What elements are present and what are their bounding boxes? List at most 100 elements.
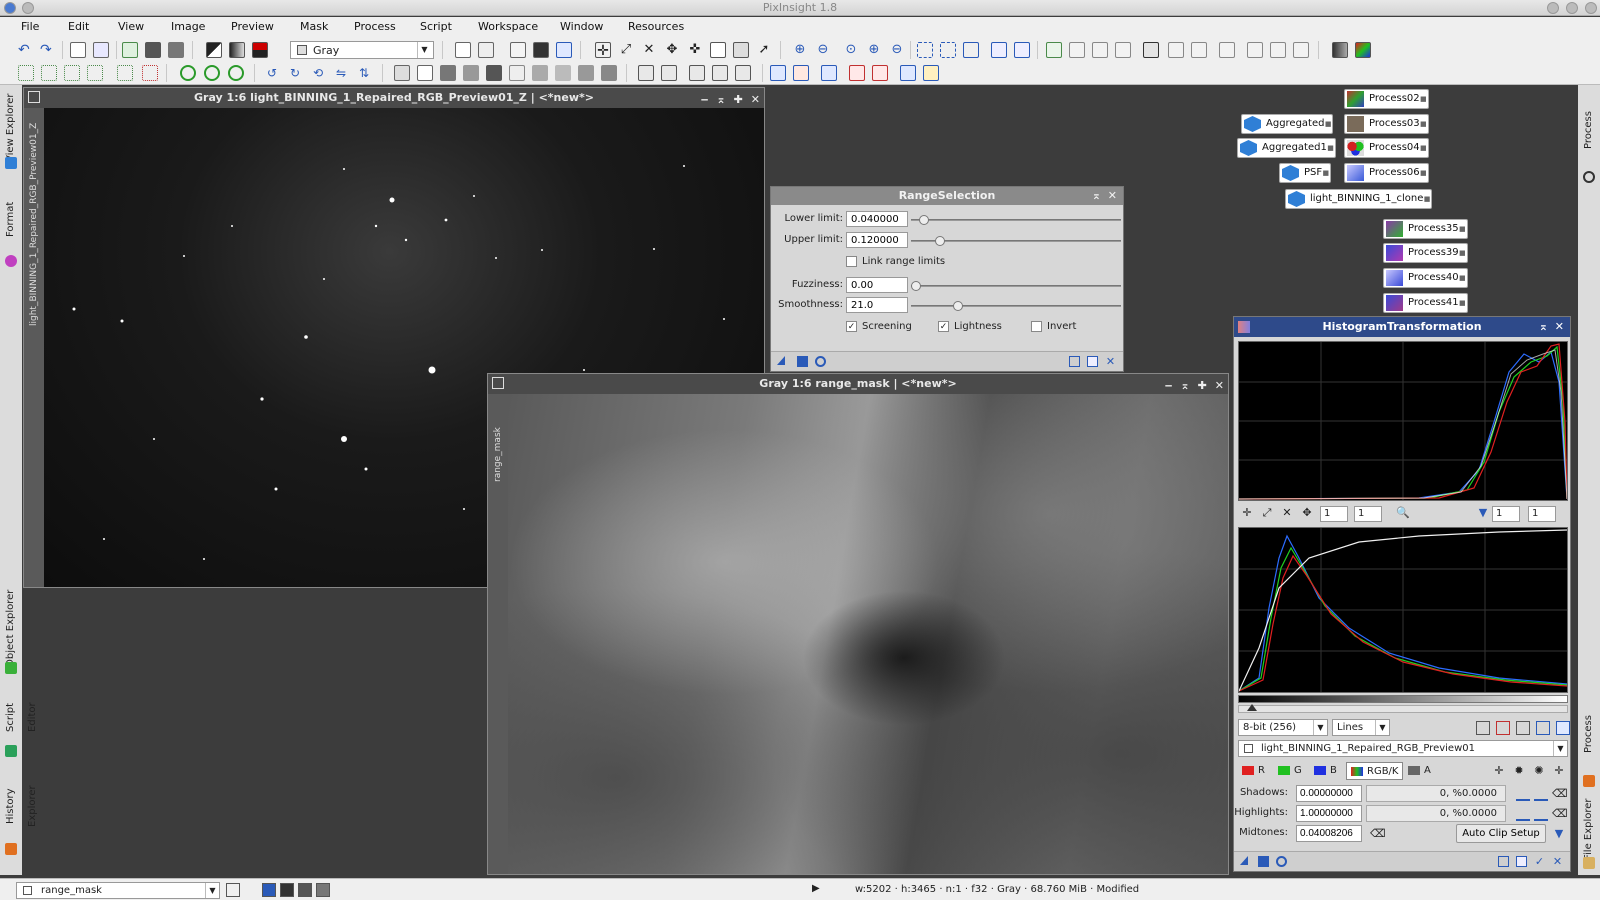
tool-r2-24-icon[interactable] — [735, 65, 751, 81]
menu-edit[interactable]: Edit — [68, 20, 89, 33]
process-icon-4[interactable] — [1115, 42, 1131, 58]
menu-file[interactable]: File — [21, 20, 39, 33]
tab-process-explorer[interactable]: Process Explorer — [1578, 91, 1600, 169]
highlights-input[interactable] — [1296, 805, 1362, 822]
shade-icon[interactable]: ⌅ — [1180, 379, 1189, 392]
process-icon-10[interactable] — [1270, 42, 1286, 58]
reset-icon[interactable]: ✕ — [1105, 356, 1116, 367]
fuzziness-slider[interactable] — [911, 281, 1121, 291]
channel-g-button[interactable]: G — [1274, 762, 1306, 780]
tool-r2-9-icon[interactable] — [228, 65, 244, 81]
window-icon-1[interactable] — [510, 42, 526, 58]
tab-file-explorer[interactable]: File Explorer — [1578, 797, 1600, 861]
tab-script-editor[interactable]: Script Editor — [0, 687, 38, 747]
target-view-select[interactable]: light_BINNING_1_Repaired_RGB_Preview01 ▼ — [1238, 740, 1568, 757]
tool-r2-19-icon[interactable] — [601, 65, 617, 81]
cascade-icon[interactable] — [1014, 42, 1030, 58]
process-icon-3[interactable] — [1092, 42, 1108, 58]
tool-r2-8-icon[interactable] — [204, 65, 220, 81]
tab-history-explorer[interactable]: History Explorer — [0, 767, 38, 845]
midtones-reset-icon[interactable]: ⌫ — [1370, 827, 1386, 841]
tool-r2-16-icon[interactable] — [532, 65, 548, 81]
rgb-link-icon[interactable] — [1355, 42, 1371, 58]
minimize-icon[interactable] — [1547, 2, 1559, 14]
move-icon[interactable]: ✜ — [687, 42, 703, 58]
process-icon-process40[interactable]: Process40 ■ — [1383, 268, 1468, 288]
gradient-ramp[interactable] — [1238, 695, 1568, 703]
preview-icon-2[interactable] — [478, 42, 494, 58]
slider-knob[interactable] — [935, 236, 945, 246]
process-icon-process39[interactable]: Process39 ■ — [1383, 243, 1468, 263]
display-mode-2-icon[interactable] — [280, 883, 294, 897]
open-icon[interactable] — [93, 42, 109, 58]
close-icon[interactable]: ✕ — [751, 93, 760, 106]
tool-r2-6-icon[interactable] — [142, 65, 158, 81]
expand-icon[interactable]: ▼ — [1552, 827, 1566, 841]
tool-r2-5-icon[interactable] — [117, 65, 133, 81]
channel-a-button[interactable]: A — [1404, 762, 1435, 780]
tool-r2-7-icon[interactable] — [180, 65, 196, 81]
process-icon-process02[interactable]: Process02 ■ — [1344, 89, 1429, 109]
zoom-y2-spin[interactable]: 1 — [1528, 506, 1556, 522]
tool-r2-20-icon[interactable] — [638, 65, 654, 81]
tool-r2-26-icon[interactable] — [793, 65, 809, 81]
apply-global-icon[interactable] — [815, 356, 826, 367]
image-window-range-mask[interactable]: Gray 1:6 range_mask | <*new*> ‒ ⌅ ✚ ✕ range… — [487, 373, 1229, 875]
new-instance-icon[interactable] — [777, 356, 785, 365]
tool-r2-17-icon[interactable] — [555, 65, 571, 81]
readout-icon[interactable] — [710, 42, 726, 58]
zoom-in-icon[interactable]: ⊕ — [792, 42, 808, 58]
display-mode-3-icon[interactable] — [298, 883, 312, 897]
process-icon-6[interactable] — [1168, 42, 1184, 58]
slider-knob[interactable] — [919, 215, 929, 225]
tool-r2-14-icon[interactable] — [486, 65, 502, 81]
window-icon-2[interactable] — [533, 42, 549, 58]
graph-mode-2-icon[interactable] — [1496, 721, 1510, 735]
grayscale-icon[interactable] — [229, 42, 245, 58]
shadows-auto2-icon[interactable] — [1534, 787, 1548, 801]
preview-icon-1[interactable] — [455, 42, 471, 58]
zoom-3-icon[interactable]: ⊖ — [889, 42, 905, 58]
zoom-icon[interactable]: 🔍 — [1396, 506, 1410, 520]
shadows-input[interactable] — [1296, 785, 1362, 802]
tool-r2-10-icon[interactable] — [394, 65, 410, 81]
lower-limit-input[interactable] — [846, 211, 908, 227]
target-icon[interactable]: ✺ — [1532, 764, 1546, 778]
highlights-reset-icon[interactable]: ⌫ — [1552, 807, 1568, 821]
crosshair-icon[interactable]: ✛ — [595, 42, 611, 59]
close-icon[interactable]: ✕ — [1555, 317, 1564, 337]
process-icon-5[interactable] — [1143, 42, 1159, 58]
slider-knob[interactable] — [911, 281, 921, 291]
crosshair-icon[interactable]: ✛ — [1240, 506, 1254, 520]
range-mask-image[interactable] — [508, 394, 1228, 874]
tool-r2-18-icon[interactable] — [578, 65, 594, 81]
tool-r2-28-icon[interactable] — [849, 65, 865, 81]
screening-checkbox[interactable]: ✓ — [846, 321, 857, 332]
menu-view[interactable]: View — [118, 20, 144, 33]
graph-mode-1-icon[interactable] — [1476, 721, 1490, 735]
tile-icon[interactable] — [991, 42, 1007, 58]
midtones-input[interactable] — [1296, 825, 1362, 842]
expand-icon[interactable]: ▼ — [1476, 506, 1490, 520]
select-icon[interactable] — [733, 42, 749, 58]
duplicate-icon[interactable] — [122, 42, 138, 58]
close-icon[interactable]: ✕ — [1215, 379, 1224, 392]
view-selector[interactable]: Gray ▼ — [290, 41, 434, 59]
apply-icon[interactable] — [797, 356, 808, 367]
chevron-down-icon[interactable]: ▼ — [1313, 720, 1327, 735]
chevron-down-icon[interactable]: ▼ — [1375, 720, 1389, 735]
rotate-ccw-icon[interactable]: ↺ — [264, 65, 280, 81]
invert-icon[interactable] — [206, 42, 222, 58]
rotate-180-icon[interactable]: ⟲ — [310, 65, 326, 81]
pointer-icon[interactable]: ➚ — [756, 42, 772, 58]
channel-b-button[interactable]: B — [1310, 762, 1341, 780]
browse-doc-icon[interactable] — [1069, 356, 1080, 367]
tab-process-console[interactable]: Process Console — [1578, 695, 1600, 773]
fit-view-icon[interactable] — [940, 42, 956, 58]
undo-icon[interactable]: ↶ — [18, 42, 34, 58]
process-icon-7[interactable] — [1191, 42, 1207, 58]
process-icon-1[interactable] — [1046, 42, 1062, 58]
process-icon-process04[interactable]: Process04 ■ — [1344, 138, 1429, 158]
zoom-2-icon[interactable]: ⊕ — [866, 42, 882, 58]
process-icon-2[interactable] — [1069, 42, 1085, 58]
